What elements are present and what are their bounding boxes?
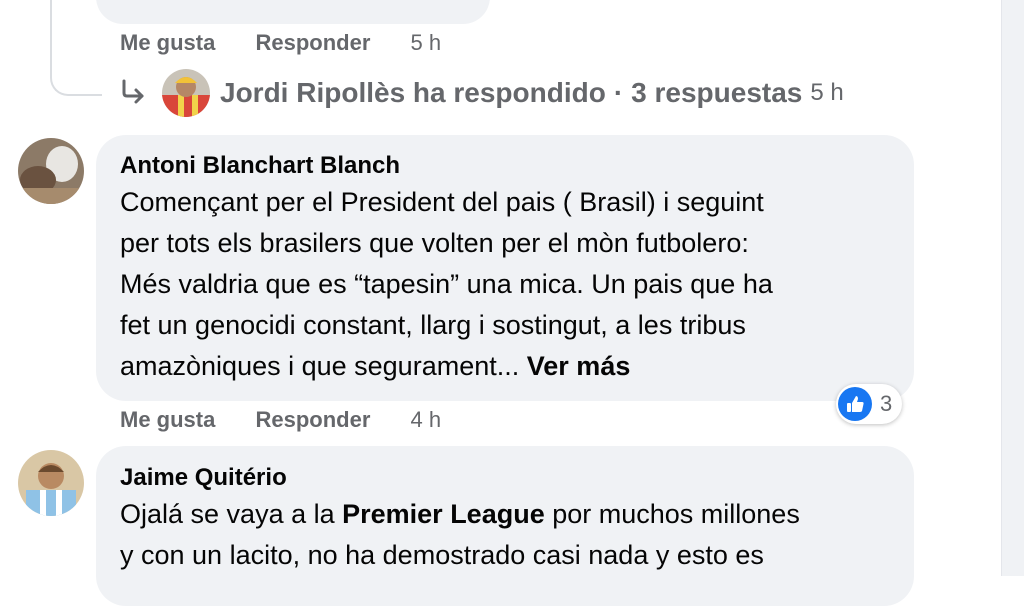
reaction-count: 3 [880, 391, 893, 416]
like-button[interactable]: Me gusta [120, 30, 215, 55]
replies-separator: · [613, 77, 624, 108]
replies-author[interactable]: Jordi Ripollès ha respondido [220, 77, 606, 109]
comment-line: Començant per el President del pais ( Br… [120, 187, 764, 217]
scrollbar[interactable] [1001, 0, 1024, 576]
reply-arrow-icon [122, 79, 144, 104]
comment-line: y con un lacito, no ha demostrado casi n… [120, 540, 764, 570]
comment-time[interactable]: 4 h [411, 407, 442, 432]
comment-text: Ojalá se vaya a la Premier League por mu… [120, 494, 900, 576]
reaction-summary[interactable]: 3 [836, 384, 903, 424]
text-segment: por muchos millones [544, 499, 800, 529]
replies-count[interactable]: 3 respuestas [631, 77, 802, 109]
comment-bubble-previous [96, 0, 490, 24]
text-segment: Ojalá se vaya a la [120, 499, 343, 529]
like-reaction-icon [838, 387, 872, 421]
comment-time[interactable]: 5 h [411, 30, 442, 55]
comment-text: Començant per el President del pais ( Br… [120, 182, 900, 387]
like-button[interactable]: Me gusta [120, 407, 215, 432]
comment-actions: Me gusta Responder 4 h [120, 407, 475, 433]
comment-line: Ojalá se vaya a la Premier League por mu… [120, 494, 900, 535]
reply-button[interactable]: Responder [255, 407, 370, 432]
thread-line [50, 0, 102, 96]
comment-author[interactable]: Antoni Blanchart Blanch [120, 152, 400, 180]
avatar[interactable] [18, 138, 84, 204]
see-more-link[interactable]: Ver más [527, 351, 631, 381]
comment-bubble: Jaime Quitério Ojalá se vaya a la Premie… [96, 446, 914, 606]
avatar[interactable] [18, 450, 84, 516]
comment-line: per tots els brasilers que volten per el… [120, 228, 749, 258]
comment-author[interactable]: Jaime Quitério [120, 464, 287, 492]
reply-button[interactable]: Responder [255, 30, 370, 55]
comment-line: Més valdria que es “tapesin” una mica. U… [120, 269, 773, 299]
comment-line: fet un genocidi constant, llarg i sostin… [120, 310, 746, 340]
comment-bubble: Antoni Blanchart Blanch Començant per el… [96, 135, 914, 401]
comment-line-last: amazòniques i que segurament... Ver más [120, 346, 900, 387]
comment-actions-previous: Me gusta Responder 5 h [120, 30, 475, 56]
replies-summary[interactable]: Jordi Ripollès ha respondido · 3 respues… [118, 68, 844, 118]
comment-line: amazòniques i que segurament... [120, 351, 520, 381]
bold-text: Premier League [342, 499, 545, 529]
avatar[interactable] [162, 69, 210, 117]
replies-time[interactable]: 5 h [810, 79, 843, 107]
